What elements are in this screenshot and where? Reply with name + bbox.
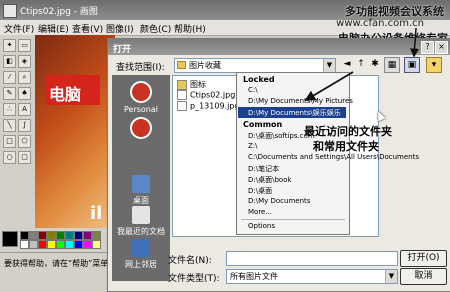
arrow-to-button (410, 27, 420, 58)
annotation-arrows (304, 27, 420, 101)
callout-line1: 最近访问的文件夹 (304, 125, 392, 138)
callout-line2: 和常用文件夹 (313, 140, 379, 153)
arrow-to-dropdown (304, 71, 354, 101)
